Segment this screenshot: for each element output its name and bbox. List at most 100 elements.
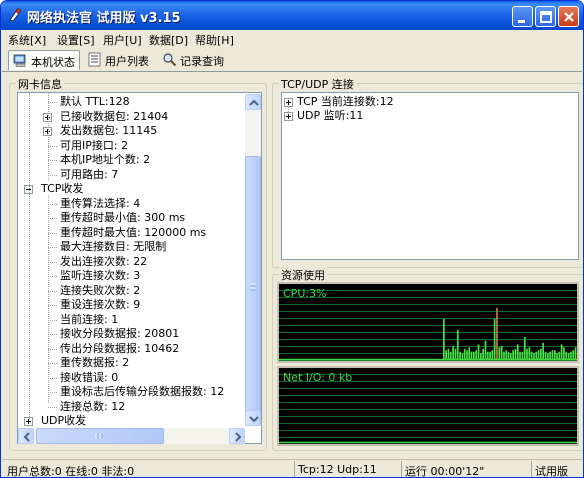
expand-icon[interactable] <box>284 112 293 121</box>
title-bar[interactable]: 网络执法官 试用版 v3.15 <box>1 1 583 30</box>
minimize-button[interactable] <box>512 6 533 27</box>
cpu-bar <box>489 351 491 359</box>
menu-bar: 系统[X] 设置[S] 用户[U] 数据[D] 帮助[H] <box>2 30 582 49</box>
tree-item[interactable]: 发出数据包: 11145 <box>18 124 246 138</box>
tree-item-label: 连接失败次数: 2 <box>60 283 141 297</box>
tree-connector <box>48 334 57 335</box>
menu-data[interactable]: 数据[D] <box>149 32 188 48</box>
tree-connector <box>48 319 57 321</box>
scroll-up-button[interactable] <box>245 94 261 110</box>
cpu-bar <box>567 353 570 359</box>
tree-connector <box>29 93 30 419</box>
tree-connector <box>48 218 57 219</box>
tree-item-label: 已接收数据包: 21404 <box>60 109 169 123</box>
cpu-bar <box>526 348 528 359</box>
menu-settings[interactable]: 设置[S] <box>57 32 95 48</box>
tree-item[interactable]: 可用IP接口: 2 <box>18 139 246 153</box>
window-title: 网络执法官 试用版 v3.15 <box>27 11 181 26</box>
tree-item[interactable]: 传出分段数据报: 10462 <box>18 342 246 356</box>
cpu-bar <box>443 318 445 359</box>
cpu-bar <box>459 351 461 359</box>
cpu-bar <box>544 351 547 359</box>
close-button[interactable] <box>558 6 579 27</box>
tree-item[interactable]: 最大连接数目: 无限制 <box>18 240 246 254</box>
resource-title: 资源使用 <box>279 267 327 283</box>
tree-item-label: TCP收发 <box>41 182 84 195</box>
cpu-bar <box>496 307 498 359</box>
close-icon <box>564 12 574 22</box>
cpu-bar <box>574 347 577 359</box>
cpu-bar <box>570 351 572 359</box>
scroll-left-button[interactable] <box>18 428 34 444</box>
tree-item-label: 发出连接次数: 22 <box>60 254 148 268</box>
connections-tree[interactable]: TCP 当前连接数:12 UDP 监听:11 <box>281 92 579 260</box>
cpu-bar <box>498 347 501 359</box>
tree-item[interactable]: 监听连接次数: 3 <box>18 269 246 283</box>
expand-icon[interactable] <box>284 98 293 107</box>
status-runtime: 运行 00:00'12" <box>401 461 531 477</box>
cpu-bar <box>516 344 519 359</box>
cpu-bar <box>519 351 521 359</box>
scroll-thumb[interactable] <box>245 156 261 418</box>
tree-item[interactable]: 已接收数据包: 21404 <box>18 110 246 124</box>
scroll-down-button[interactable] <box>245 410 261 426</box>
tree-item-label: 连接总数: 12 <box>60 399 126 413</box>
tree-item[interactable]: 重设标志后传输分段数据报数: 12 <box>18 385 246 399</box>
menu-users[interactable]: 用户[U] <box>103 32 142 48</box>
tab-user-list-label: 用户列表 <box>105 55 149 68</box>
cpu-bar <box>558 351 561 359</box>
cpu-bar <box>572 350 575 359</box>
cpu-bar <box>449 351 452 359</box>
tab-local-status[interactable]: 本机状态 <box>8 50 80 70</box>
chevron-right-icon <box>235 432 242 442</box>
tree-item[interactable]: 接收错误: 0 <box>18 371 246 385</box>
tree-item[interactable]: 连接总数: 12 <box>18 400 246 414</box>
status-user-counts: 用户总数:0 在线:0 非法:0 <box>7 465 135 478</box>
tree-item[interactable]: 连接失败次数: 2 <box>18 284 246 298</box>
tree-vertical-scrollbar[interactable] <box>245 94 261 426</box>
tree-connector <box>48 305 57 306</box>
tab-user-list[interactable]: 用户列表 <box>83 50 153 70</box>
tree-item[interactable]: 本机IP地址个数: 2 <box>18 153 246 167</box>
tree-horizontal-scrollbar[interactable] <box>18 428 245 444</box>
cpu-label: CPU:3% <box>283 287 327 300</box>
tree-item[interactable]: 可用路由: 7 <box>18 168 246 182</box>
tab-record-query[interactable]: 记录查询 <box>158 50 228 70</box>
tree-group-node[interactable]: UDP收发 <box>18 414 246 428</box>
cpu-bar <box>477 344 480 359</box>
cpu-bar <box>551 350 554 359</box>
tree-item[interactable]: 默认 TTL:128 <box>18 95 246 109</box>
cpu-bar <box>480 353 482 359</box>
hscroll-thumb[interactable] <box>36 428 164 444</box>
tree-connector <box>48 93 49 180</box>
menu-help[interactable]: 帮助[H] <box>195 32 234 48</box>
cpu-bar <box>452 345 454 359</box>
nic-info-title: 网卡信息 <box>16 76 64 92</box>
cpu-bar <box>530 351 533 359</box>
cpu-bar <box>486 351 489 359</box>
tree-item[interactable]: 当前连接: 1 <box>18 313 246 327</box>
tree-item-label: 接收错误: 0 <box>60 370 119 384</box>
tree-connector <box>48 363 57 364</box>
tree-item[interactable]: 重传数据报: 2 <box>18 356 246 370</box>
tree-item-label: 重传超时最小值: 300 ms <box>60 211 186 224</box>
maximize-button[interactable] <box>535 6 556 27</box>
cpu-bar <box>445 350 447 359</box>
tree-item[interactable]: 重传超时最小值: 300 ms <box>18 211 246 225</box>
cpu-graph: CPU:3% <box>277 282 579 363</box>
scroll-right-button[interactable] <box>229 428 245 444</box>
tree-item[interactable]: 重传超时最大值: 120000 ms <box>18 226 246 240</box>
cpu-bar <box>533 353 535 359</box>
tree-connector <box>48 203 57 205</box>
menu-system[interactable]: 系统[X] <box>8 32 46 48</box>
status-tcp-udp: Tcp:12 Udp:11 <box>294 461 401 477</box>
tree-item[interactable]: 接收分段数据报: 20801 <box>18 327 246 341</box>
nic-info-tree[interactable]: 默认 TTL:128 已接收数据包: 21404 发出数据包: 11145 可用IP接… <box>17 92 262 444</box>
tree-item[interactable]: 重传算法选择: 4 <box>18 197 246 211</box>
tree-item[interactable]: 发出连接次数: 22 <box>18 255 246 269</box>
tree-item[interactable]: 重设连接次数: 9 <box>18 298 246 312</box>
cpu-bar <box>468 347 471 359</box>
tree-group-node[interactable]: TCP收发 <box>18 182 246 196</box>
cpu-bar <box>454 348 457 359</box>
tree-connector <box>48 276 57 277</box>
